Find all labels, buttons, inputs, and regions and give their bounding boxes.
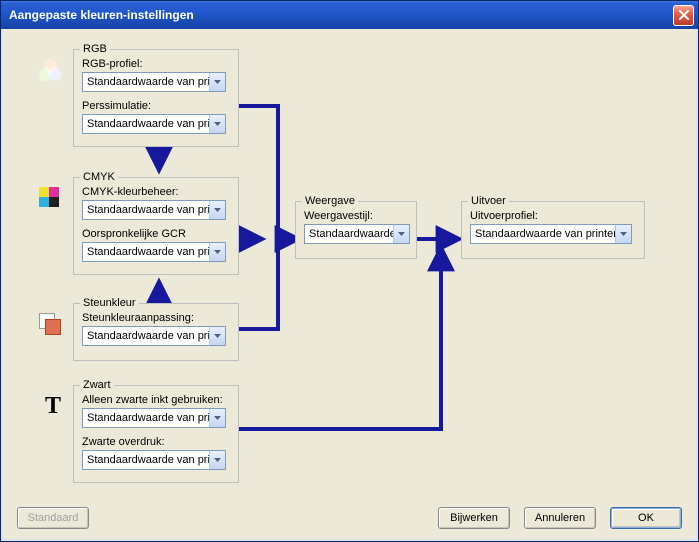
output-group: Uitvoer Uitvoerprofiel: Standaardwaarde … <box>461 201 645 259</box>
chevron-down-icon <box>214 250 221 254</box>
black-only-value: Standaardwaarde van pri <box>87 412 209 424</box>
display-group: Weergave Weergavestijl: Standaardwaarde <box>295 201 417 259</box>
window-title: Aangepaste kleuren-instellingen <box>9 8 673 22</box>
default-button[interactable]: Standaard <box>17 507 89 529</box>
chevron-down-icon <box>620 232 627 236</box>
display-style-select[interactable]: Standaardwaarde <box>304 224 410 244</box>
display-legend: Weergave <box>302 195 358 207</box>
cmyk-group: CMYK CMYK-kleurbeheer: Standaardwaarde v… <box>73 177 239 275</box>
cmyk-mgmt-label: CMYK-kleurbeheer: <box>82 186 230 198</box>
dropdown-button[interactable] <box>209 409 225 427</box>
dropdown-button[interactable] <box>209 201 225 219</box>
dropdown-button[interactable] <box>209 327 225 345</box>
press-sim-label: Perssimulatie: <box>82 100 230 112</box>
display-style-value: Standaardwaarde <box>309 228 393 240</box>
output-legend: Uitvoer <box>468 195 509 207</box>
cmyk-legend: CMYK <box>80 171 118 183</box>
black-overprint-select[interactable]: Standaardwaarde van pri <box>82 450 226 470</box>
rgb-legend: RGB <box>80 43 110 55</box>
gcr-label: Oorspronkelijke GCR <box>82 228 230 240</box>
rgb-profile-value: Standaardwaarde van pri <box>87 76 209 88</box>
spot-icon <box>39 313 63 337</box>
titlebar: Aangepaste kleuren-instellingen <box>1 1 698 29</box>
cancel-button[interactable]: Annuleren <box>524 507 596 529</box>
rgb-icon <box>39 59 63 83</box>
chevron-down-icon <box>214 122 221 126</box>
dropdown-button[interactable] <box>209 451 225 469</box>
black-group: Zwart Alleen zwarte inkt gebruiken: Stan… <box>73 385 239 483</box>
black-only-label: Alleen zwarte inkt gebruiken: <box>82 394 230 406</box>
chevron-down-icon <box>214 416 221 420</box>
chevron-down-icon <box>214 80 221 84</box>
spot-match-label: Steunkleuraanpassing: <box>82 312 230 324</box>
update-button[interactable]: Bijwerken <box>438 507 510 529</box>
dropdown-button[interactable] <box>393 225 409 243</box>
black-legend: Zwart <box>80 379 114 391</box>
black-overprint-label: Zwarte overdruk: <box>82 436 230 448</box>
black-overprint-value: Standaardwaarde van pri <box>87 454 209 466</box>
chevron-down-icon <box>214 208 221 212</box>
button-row: Standaard Bijwerken Annuleren OK <box>17 507 682 529</box>
chevron-down-icon <box>398 232 405 236</box>
rgb-group: RGB RGB-profiel: Standaardwaarde van pri… <box>73 49 239 147</box>
cmyk-mgmt-select[interactable]: Standaardwaarde van pri <box>82 200 226 220</box>
ok-button[interactable]: OK <box>610 507 682 529</box>
gcr-value: Standaardwaarde van pri <box>87 246 209 258</box>
close-icon <box>679 10 689 20</box>
press-sim-select[interactable]: Standaardwaarde van pri <box>82 114 226 134</box>
rgb-profile-label: RGB-profiel: <box>82 58 230 70</box>
rgb-profile-select[interactable]: Standaardwaarde van pri <box>82 72 226 92</box>
output-profile-value: Standaardwaarde van printer <box>475 228 615 240</box>
close-button[interactable] <box>673 5 694 26</box>
cmyk-icon <box>39 187 63 211</box>
black-only-select[interactable]: Standaardwaarde van pri <box>82 408 226 428</box>
spot-legend: Steunkleur <box>80 297 139 309</box>
dropdown-button[interactable] <box>209 243 225 261</box>
spot-group: Steunkleur Steunkleuraanpassing: Standaa… <box>73 303 239 361</box>
output-profile-select[interactable]: Standaardwaarde van printer <box>470 224 632 244</box>
text-icon: T <box>41 395 65 419</box>
spot-match-value: Standaardwaarde van pri <box>87 330 209 342</box>
dropdown-button[interactable] <box>209 73 225 91</box>
spot-match-select[interactable]: Standaardwaarde van pri <box>82 326 226 346</box>
dropdown-button[interactable] <box>209 115 225 133</box>
client-area: RGB RGB-profiel: Standaardwaarde van pri… <box>1 29 698 541</box>
press-sim-value: Standaardwaarde van pri <box>87 118 209 130</box>
dropdown-button[interactable] <box>615 225 631 243</box>
display-style-label: Weergavestijl: <box>304 210 408 222</box>
gcr-select[interactable]: Standaardwaarde van pri <box>82 242 226 262</box>
cmyk-mgmt-value: Standaardwaarde van pri <box>87 204 209 216</box>
chevron-down-icon <box>214 334 221 338</box>
output-profile-label: Uitvoerprofiel: <box>470 210 636 222</box>
chevron-down-icon <box>214 458 221 462</box>
dialog-window: Aangepaste kleuren-instellingen <box>0 0 699 542</box>
